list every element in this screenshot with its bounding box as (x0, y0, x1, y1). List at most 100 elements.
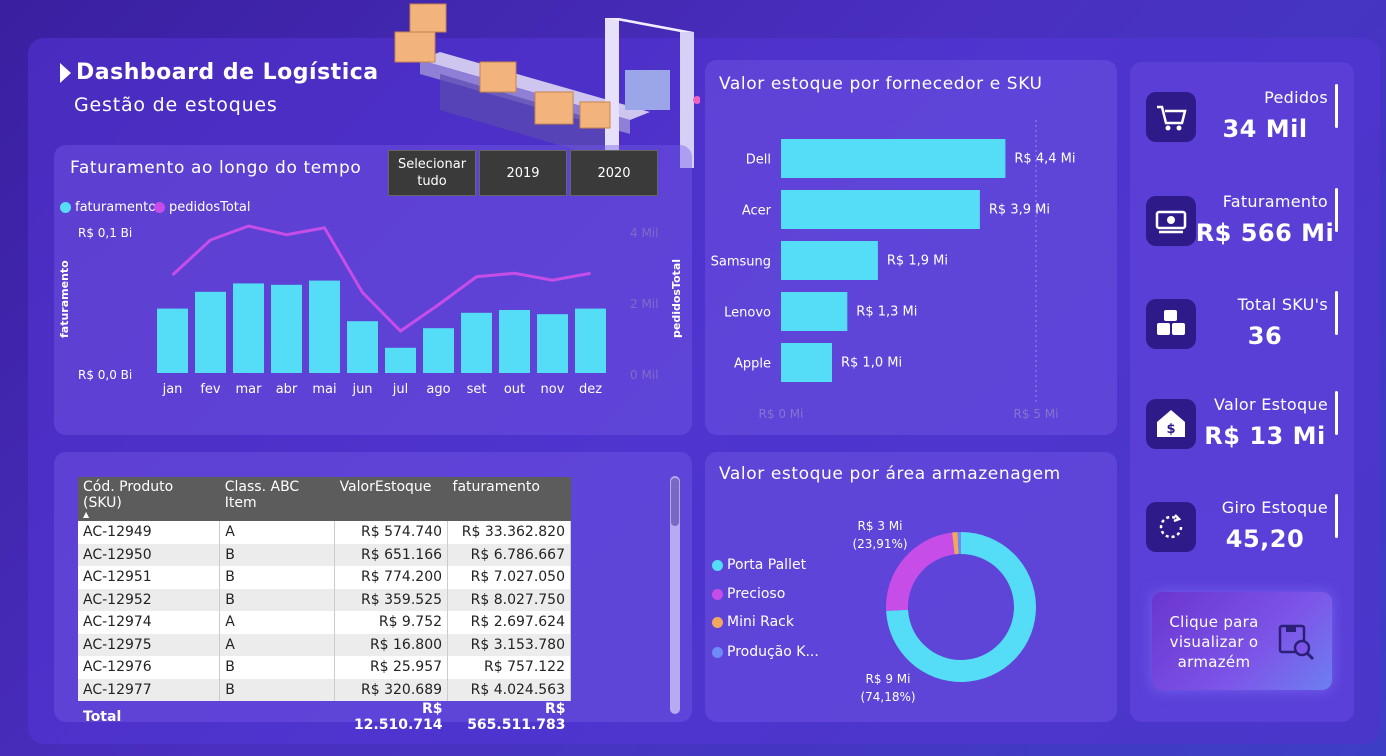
table-cell: R$ 757.122 (447, 656, 571, 679)
table-cell: AC-12952 (78, 588, 221, 611)
table-cell: R$ 6.786.667 (447, 543, 571, 566)
kpi-value: R$ 566 Mi (1195, 219, 1335, 247)
kpi-accent-bar (1335, 188, 1338, 232)
table-row[interactable]: AC-12952 B R$ 359.525 R$ 8.027.750 (78, 588, 571, 611)
revenue-chart-title: Faturamento ao longo do tempo (70, 158, 362, 178)
y-left-axis-title: faturamento (58, 260, 71, 338)
legend-porta-pallet[interactable]: Porta Pallet (712, 557, 806, 573)
legend-dot (154, 202, 165, 213)
table-row[interactable]: AC-12977 B R$ 320.689 R$ 4.024.563 (78, 678, 571, 701)
kpi-accent-bar (1335, 84, 1338, 128)
table-row[interactable]: AC-12976 B R$ 25.957 R$ 757.122 (78, 656, 571, 679)
kpi-accent-bar (1335, 291, 1338, 335)
supplier-chart-title: Valor estoque por fornecedor e SKU (719, 74, 1043, 94)
table-cell: AC-12949 (78, 521, 221, 544)
col-header-abc[interactable]: Class. ABC Item (219, 477, 335, 521)
y-right-tick: 0 Mil (630, 368, 659, 382)
legend-label: faturamento (75, 200, 157, 215)
col-header-sku[interactable]: Cód. Produto (SKU) ▲ (78, 477, 220, 521)
x-tick-label: mai (312, 382, 336, 397)
bar-faturamento-nov[interactable] (537, 314, 568, 373)
table-cell: R$ 33.362.820 (447, 521, 571, 544)
data-label: R$ 3,9 Mi (989, 203, 1050, 218)
x-tick-label: out (504, 382, 525, 397)
kpi-value: 45,20 (1225, 525, 1305, 553)
bar-faturamento-abr[interactable] (271, 284, 302, 373)
legend-label: pedidosTotal (169, 200, 251, 215)
slicer-2019[interactable]: 2019 (479, 150, 567, 196)
bar-faturamento-mar[interactable] (233, 283, 264, 373)
table-row[interactable]: AC-12951 B R$ 774.200 R$ 7.027.050 (78, 566, 571, 589)
legend-faturamento[interactable]: faturamento (60, 200, 156, 215)
data-label: R$ 1,3 Mi (856, 305, 917, 320)
boxes-icon (1146, 299, 1196, 349)
data-label: R$ 1,9 Mi (887, 254, 948, 269)
table-cell: B (219, 656, 336, 679)
table-row[interactable]: AC-12975 A R$ 16.800 R$ 3.153.780 (78, 633, 571, 656)
category-label: Apple (734, 357, 771, 372)
table-cell: AC-12975 (78, 633, 221, 656)
total-cell: R$ 12.510.714 (353, 701, 443, 733)
slicer-2020[interactable]: 2020 (570, 150, 658, 196)
bar-lenovo[interactable] (781, 292, 848, 331)
table-cell: AC-12950 (78, 543, 221, 566)
bar-faturamento-set[interactable] (461, 312, 492, 373)
table-cell: R$ 774.200 (334, 566, 449, 589)
table-cell: B (219, 543, 336, 566)
kpi-value: 36 (1247, 322, 1283, 350)
kpi-label: Giro Estoque (1221, 498, 1328, 517)
legend-precioso[interactable]: Precioso (712, 586, 785, 602)
bar-apple[interactable] (781, 343, 832, 382)
kpi-accent-bar (1335, 494, 1338, 538)
y-right-tick: 2 Mil (630, 297, 659, 311)
table-scrollbar-thumb[interactable] (671, 478, 679, 526)
x-tick-label: nov (541, 382, 565, 397)
bar-acer[interactable] (781, 190, 980, 229)
legend-dot (60, 202, 71, 213)
kpi-label: Pedidos (1264, 88, 1328, 107)
col-header-valor[interactable]: ValorEstoque (334, 477, 448, 521)
bar-dell[interactable] (781, 139, 1006, 178)
table-cell: AC-12951 (78, 566, 221, 589)
legend-mini-rack[interactable]: Mini Rack (712, 614, 794, 630)
x-tick-label: abr (276, 382, 298, 397)
search-box-icon (1278, 624, 1315, 661)
table-cell: R$ 7.027.050 (447, 566, 571, 589)
table-cell: R$ 4.024.563 (447, 678, 571, 701)
legend-dot (712, 559, 723, 571)
table-cell: R$ 320.689 (334, 678, 449, 701)
bar-faturamento-ago[interactable] (423, 328, 454, 373)
kpi-label: Faturamento (1222, 192, 1328, 211)
legend-dot (712, 646, 723, 658)
table-row[interactable]: AC-12950 B R$ 651.166 R$ 6.786.667 (78, 543, 571, 566)
cart-icon (1146, 92, 1196, 142)
warehouse-dollar-icon: $ (1146, 399, 1196, 449)
table-cell: A (219, 611, 336, 634)
table-cell: R$ 651.166 (334, 543, 449, 566)
slicer-select-all[interactable]: Selecionar tudo (388, 150, 476, 196)
table-cell: AC-12977 (78, 678, 221, 701)
table-cell: A (219, 633, 336, 656)
bar-faturamento-dez[interactable] (575, 308, 606, 373)
col-header-faturamento[interactable]: faturamento (447, 477, 571, 521)
table-row[interactable]: AC-12949 A R$ 574.740 R$ 33.362.820 (78, 521, 571, 544)
category-label: Samsung (711, 255, 771, 270)
bar-faturamento-fev[interactable] (195, 291, 226, 373)
table-cell: AC-12974 (78, 611, 221, 634)
table-row[interactable]: AC-12974 A R$ 9.752 R$ 2.697.624 (78, 611, 571, 634)
total-cell (220, 701, 335, 733)
bar-faturamento-jul[interactable] (385, 347, 416, 373)
sku-table: Cód. Produto (SKU) ▲ Class. ABC Item Valo… (78, 477, 571, 733)
bar-faturamento-jan[interactable] (157, 308, 188, 373)
legend-pedidostotal[interactable]: pedidosTotal (154, 200, 250, 215)
bar-samsung[interactable] (781, 241, 878, 280)
bar-faturamento-jun[interactable] (347, 321, 378, 373)
table-cell: R$ 8.027.750 (447, 588, 571, 611)
legend-producao[interactable]: Produção K... (712, 644, 819, 660)
bar-faturamento-mai[interactable] (309, 280, 340, 373)
bar-faturamento-out[interactable] (499, 310, 530, 373)
x-tick-label: jan (162, 382, 183, 397)
view-warehouse-button[interactable]: Clique para visualizar o armazém (1152, 592, 1332, 690)
x-tick-label: mar (236, 382, 263, 397)
page-title: Dashboard de Logística (76, 60, 379, 85)
